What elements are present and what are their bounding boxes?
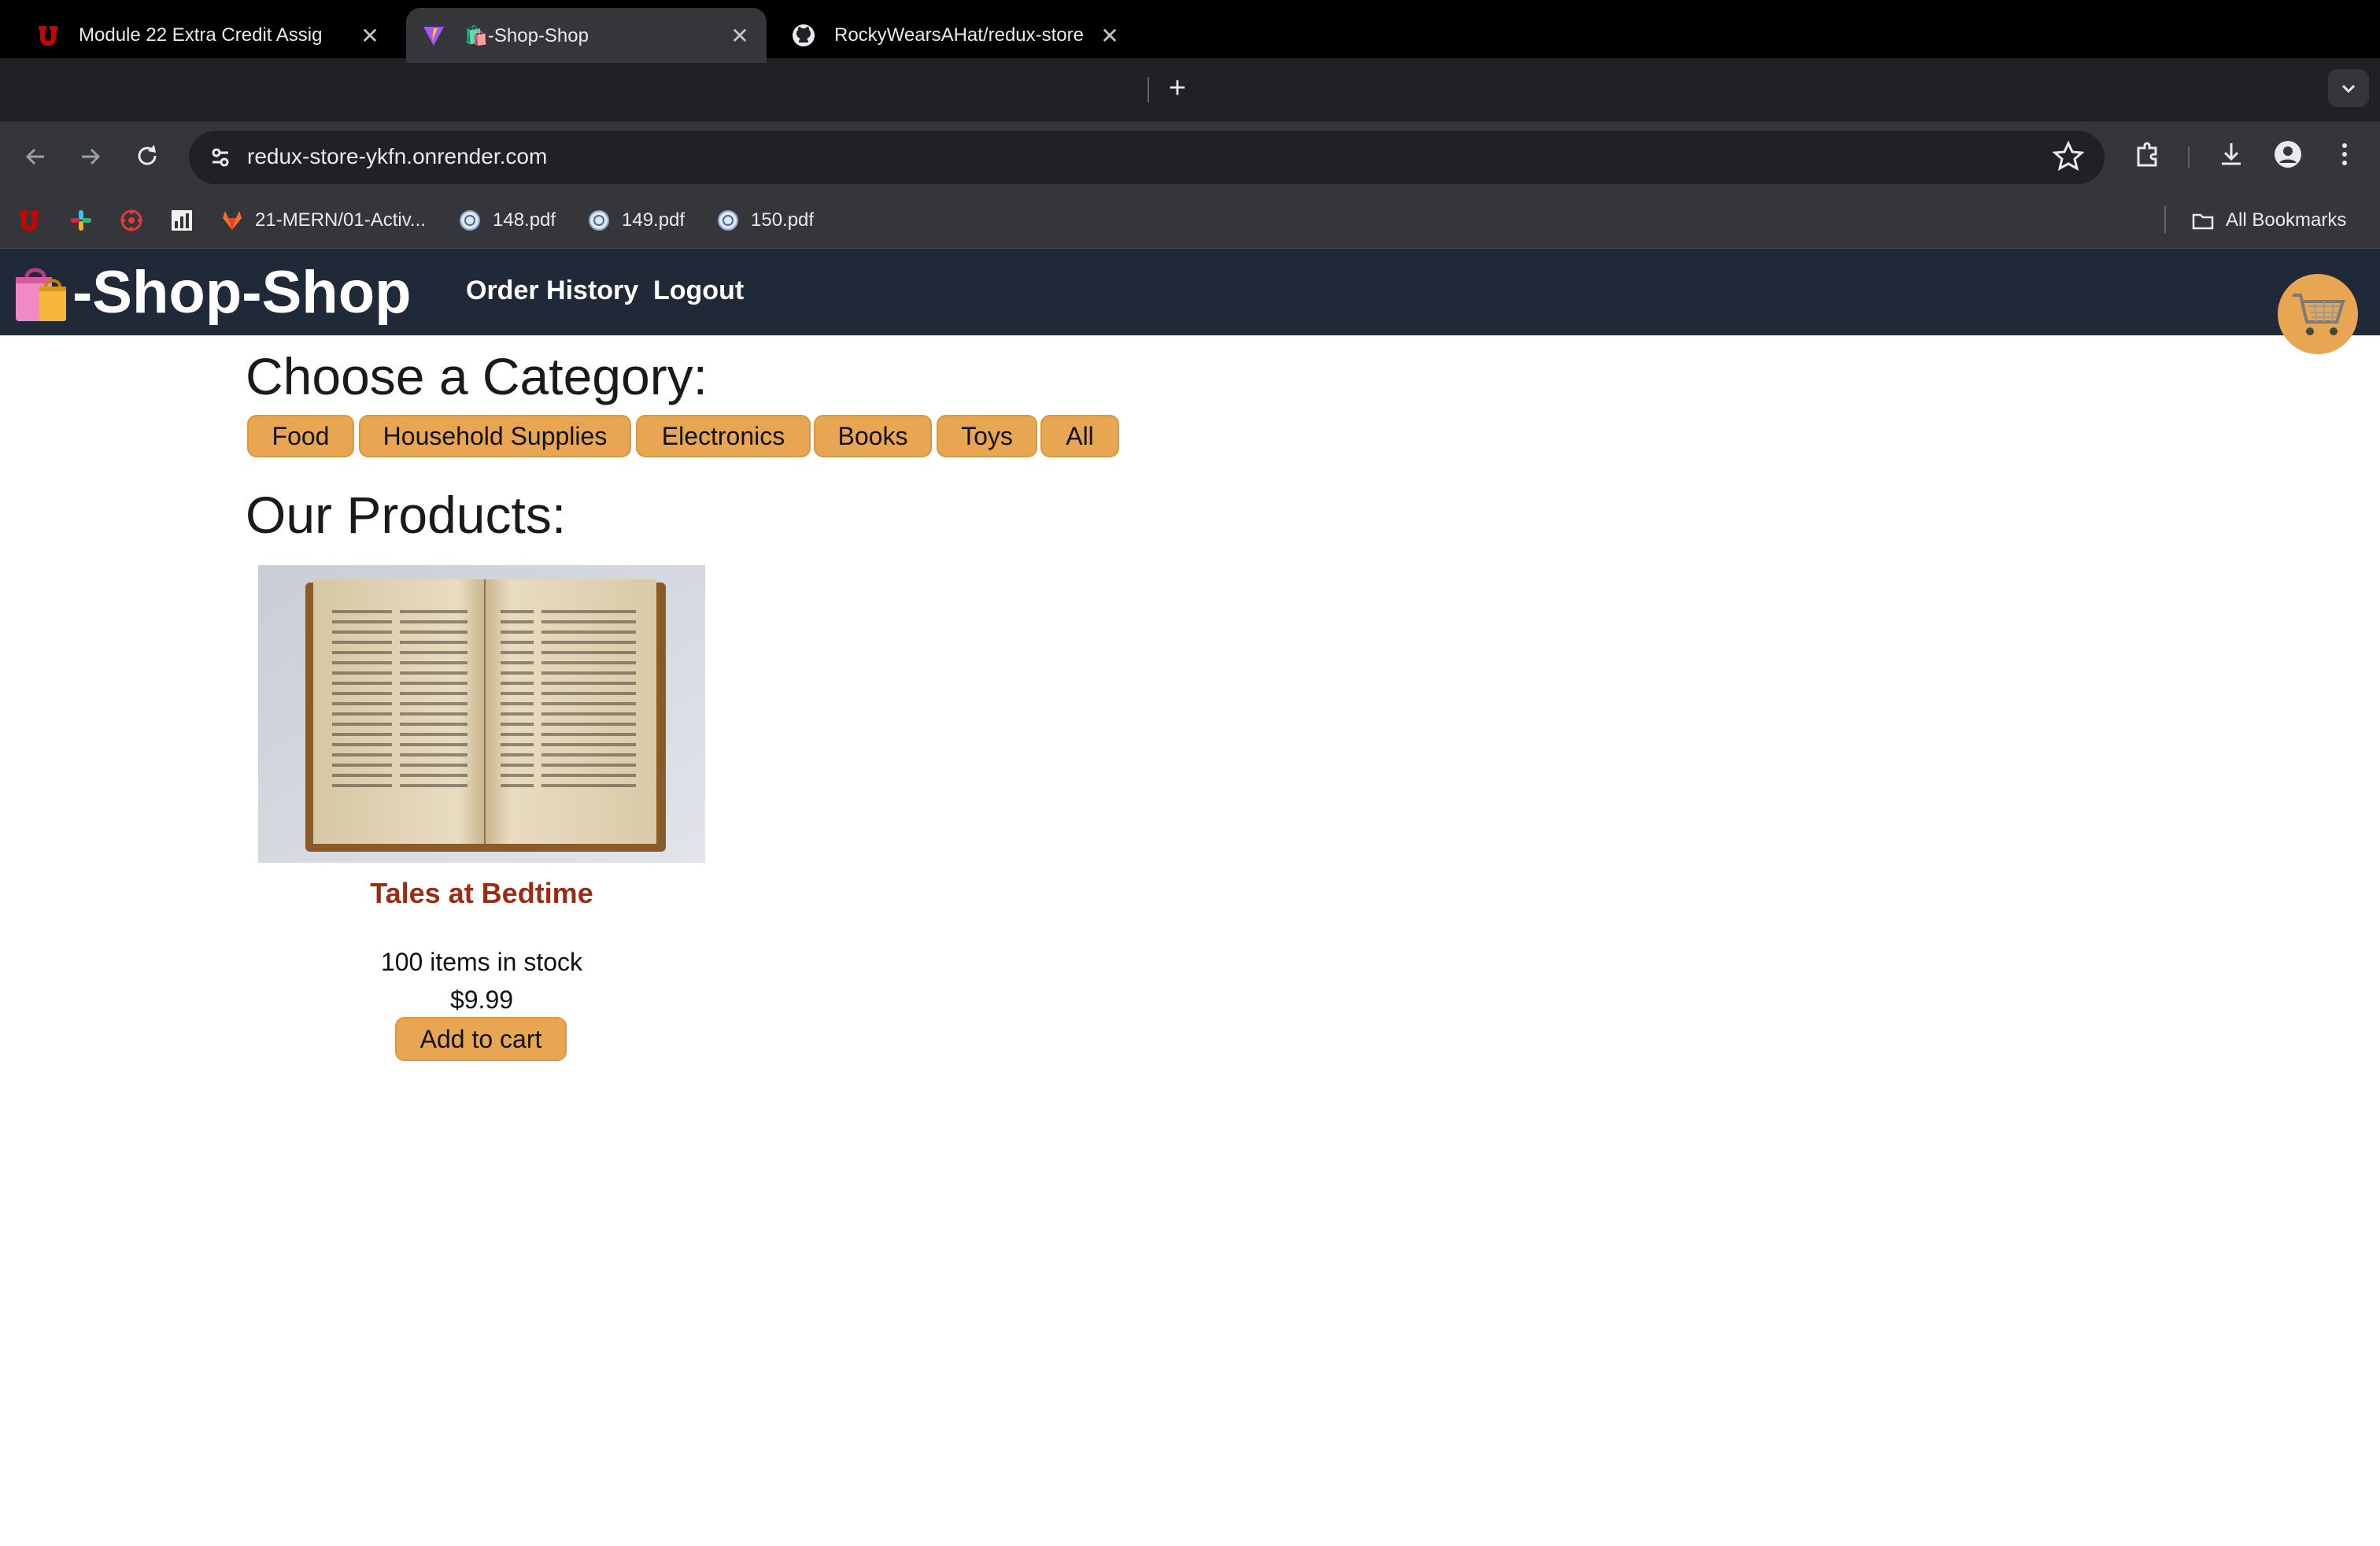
bookmark-148-pdf[interactable]: 148.pdf: [458, 203, 556, 238]
folder-icon: [2191, 209, 2215, 232]
reload-button[interactable]: [129, 139, 165, 175]
tab-module-22[interactable]: Module 22 Extra Credit Assig ✕: [20, 8, 397, 63]
globe-icon: [458, 209, 482, 232]
tab-github-redux-store[interactable]: RockyWearsAHat/redux-store ✕: [776, 8, 1136, 63]
slack-icon: [69, 209, 93, 232]
tab-title: RockyWearsAHat/redux-store: [834, 24, 1084, 46]
github-icon: [792, 24, 815, 47]
utah-u-icon: [17, 209, 41, 232]
product-name-link[interactable]: Tales at Bedtime: [258, 877, 705, 910]
category-household-supplies-button[interactable]: Household Supplies: [359, 415, 631, 457]
shopping-cart-icon: [2293, 294, 2345, 335]
forward-button[interactable]: [72, 139, 109, 175]
shopping-bags-icon: [16, 268, 66, 321]
category-food-button[interactable]: Food: [247, 415, 354, 457]
category-toys-button[interactable]: Toys: [937, 415, 1037, 457]
extensions-icon[interactable]: [2130, 139, 2166, 175]
bookmark-149-pdf[interactable]: 149.pdf: [587, 203, 685, 238]
category-electronics-button[interactable]: Electronics: [636, 415, 811, 457]
bookmarks-divider: [2164, 206, 2166, 233]
product-image[interactable]: [258, 565, 705, 863]
vite-icon: [422, 24, 445, 47]
globe-icon: [587, 209, 611, 232]
site-logo[interactable]: -Shop-Shop: [11, 258, 412, 326]
bookmark-slack[interactable]: [69, 203, 104, 238]
site-title: -Shop-Shop: [72, 258, 412, 326]
categories-heading: Choose a Category:: [246, 347, 708, 405]
bookmark-label: 21-MERN/01-Activ...: [255, 209, 426, 231]
tab-close-icon[interactable]: ✕: [729, 23, 751, 49]
bookmark-canvas[interactable]: [120, 203, 154, 238]
chevron-down-icon: [2341, 84, 2356, 94]
bookmark-label: 149.pdf: [622, 209, 686, 231]
globe-icon: [716, 209, 740, 232]
bookmark-chart-app[interactable]: [170, 203, 205, 238]
url-text[interactable]: redux-store-ykfn.onrender.com: [247, 144, 547, 169]
product-stock: 100 items in stock: [380, 948, 583, 976]
tab-divider: [1148, 77, 1149, 102]
back-button[interactable]: [17, 139, 54, 175]
tab-title: 🛍️-Shop-Shop: [464, 24, 589, 46]
gitlab-icon: [220, 209, 244, 232]
bookmark-label: 148.pdf: [493, 209, 556, 231]
cart-button[interactable]: [2278, 274, 2358, 354]
toolbar-divider: [2188, 146, 2190, 168]
tab-shop-shop[interactable]: 🛍️-Shop-Shop ✕: [406, 8, 767, 63]
category-books-button[interactable]: Books: [814, 415, 932, 457]
products-heading: Our Products:: [246, 486, 567, 544]
bookmark-21-mern[interactable]: 21-MERN/01-Activ...: [220, 203, 426, 238]
product-price: $9.99: [449, 986, 514, 1014]
profile-avatar-icon[interactable]: [2270, 139, 2306, 175]
tab-search-button[interactable]: [2328, 69, 2369, 107]
all-bookmarks-button[interactable]: All Bookmarks: [2191, 203, 2346, 238]
download-icon[interactable]: [2213, 139, 2249, 175]
arrow-right-icon: [82, 148, 101, 165]
browser-menu-icon[interactable]: [2326, 139, 2363, 175]
bookmark-150-pdf[interactable]: 150.pdf: [716, 203, 814, 238]
site-settings-icon[interactable]: [206, 143, 235, 172]
order-history-link[interactable]: Order History: [466, 276, 638, 306]
utah-u-icon: [36, 24, 60, 47]
category-all-button[interactable]: All: [1040, 415, 1119, 457]
arrow-left-icon: [25, 148, 44, 165]
new-tab-button[interactable]: +: [1162, 72, 1193, 104]
bookmark-label: 150.pdf: [751, 209, 815, 231]
add-to-cart-button[interactable]: Add to cart: [395, 1017, 567, 1061]
tab-title: Module 22 Extra Credit Assig: [79, 24, 323, 46]
reload-icon: [138, 145, 157, 165]
bookmark-star-icon[interactable]: [2051, 140, 2086, 175]
bookmark-utah[interactable]: [17, 203, 52, 238]
canvas-icon: [120, 209, 143, 232]
tab-close-icon[interactable]: ✕: [359, 23, 381, 49]
logout-link[interactable]: Logout: [653, 276, 744, 306]
all-bookmarks-label: All Bookmarks: [2226, 209, 2347, 231]
chart-app-icon: [170, 209, 194, 232]
tab-close-icon[interactable]: ✕: [1099, 23, 1121, 49]
